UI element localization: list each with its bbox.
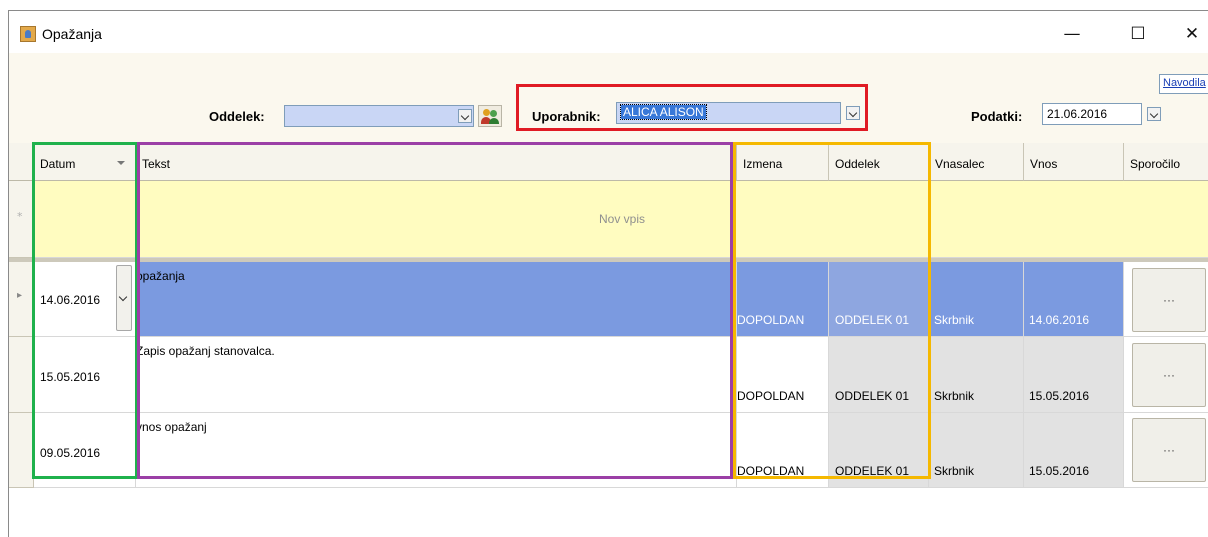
- chevron-down-icon: [117, 291, 131, 305]
- chevron-down-icon[interactable]: [846, 106, 860, 120]
- vnos-value: 14.06.2016: [1029, 313, 1090, 327]
- column-header-vnasalec[interactable]: Vnasalec: [929, 143, 1024, 181]
- message-button[interactable]: ···: [1132, 418, 1206, 482]
- chevron-down-icon[interactable]: [458, 109, 472, 123]
- window-title: Opažanja: [42, 26, 102, 42]
- row-selector[interactable]: [9, 413, 34, 488]
- column-header-label: Datum: [40, 157, 76, 171]
- user-body-icon: [489, 118, 499, 124]
- cell-vnos[interactable]: 15.05.2016: [1024, 337, 1124, 413]
- row-selector[interactable]: [9, 337, 34, 413]
- column-header-label: Tekst: [142, 157, 171, 171]
- cell-oddelek[interactable]: ODDELEK 01: [829, 413, 929, 488]
- select-users-button[interactable]: [478, 105, 502, 127]
- close-button[interactable]: ✕: [1169, 19, 1208, 49]
- cell-datum[interactable]: 14.06.2016: [34, 262, 136, 337]
- sort-arrow-icon: [117, 161, 125, 165]
- column-header-sporocilo[interactable]: Sporočilo: [1124, 143, 1208, 181]
- podatki-date-combo[interactable]: 21.06.2016: [1042, 103, 1161, 125]
- oddelek-combo[interactable]: [284, 105, 474, 127]
- new-row-marker-icon: *: [17, 210, 23, 223]
- cell-tekst[interactable]: Zapis opažanj stanovalca.: [136, 337, 737, 413]
- cell-izmena[interactable]: DOPOLDAN: [737, 262, 829, 337]
- column-header-label: Oddelek: [835, 157, 880, 171]
- datum-value: 14.06.2016: [40, 293, 101, 307]
- cell-tekst[interactable]: vnos opažanj: [136, 413, 737, 488]
- izmena-value: DOPOLDAN: [737, 389, 805, 403]
- column-header-izmena[interactable]: Izmena: [737, 143, 829, 181]
- uporabnik-value-wrap: ALICA ALISON: [620, 104, 707, 120]
- cell-vnasalec[interactable]: Skrbnik: [929, 337, 1024, 413]
- oddelek-value: ODDELEK 01: [835, 313, 910, 327]
- uporabnik-value: ALICA ALISON: [620, 104, 707, 120]
- title-bar: Opažanja — ☐ ✕: [9, 11, 1208, 53]
- app-icon: [20, 26, 36, 42]
- datum-value: 15.05.2016: [40, 370, 101, 384]
- cell-sporocilo: ···: [1124, 262, 1208, 337]
- user-icon: [490, 110, 497, 117]
- new-row-text: Nov vpis: [599, 212, 646, 226]
- vnasalec-value: Skrbnik: [934, 389, 975, 403]
- date-dropdown-button[interactable]: [116, 265, 132, 331]
- navodila-link[interactable]: Navodila: [1159, 74, 1208, 94]
- cell-oddelek[interactable]: ODDELEK 01: [829, 337, 929, 413]
- column-header-label: Sporočilo: [1130, 157, 1181, 171]
- column-header-label: Vnos: [1030, 157, 1058, 171]
- vnasalec-value: Skrbnik: [934, 464, 975, 478]
- oddelek-value: ODDELEK 01: [835, 464, 910, 478]
- cell-datum[interactable]: 09.05.2016: [34, 413, 136, 488]
- cell-vnasalec[interactable]: Skrbnik: [929, 262, 1024, 337]
- row-selector[interactable]: ▸: [9, 262, 34, 337]
- cell-vnos[interactable]: 15.05.2016: [1024, 413, 1124, 488]
- message-button[interactable]: ···: [1132, 268, 1206, 332]
- current-row-arrow-icon: ▸: [17, 290, 23, 301]
- window: Opažanja — ☐ ✕ Navodila Oddelek: Uporabn…: [8, 10, 1208, 537]
- cell-izmena[interactable]: DOPOLDAN: [737, 337, 829, 413]
- uporabnik-label: Uporabnik:: [532, 109, 601, 124]
- tekst-value: opažanja: [136, 269, 185, 283]
- izmena-value: DOPOLDAN: [737, 313, 805, 327]
- cell-tekst[interactable]: opažanja: [136, 262, 737, 337]
- column-header-label: Vnasalec: [935, 157, 985, 171]
- cell-datum[interactable]: 15.05.2016: [34, 337, 136, 413]
- datum-value: 09.05.2016: [40, 446, 101, 460]
- header-corner: [9, 143, 34, 181]
- cell-sporocilo: ···: [1124, 337, 1208, 413]
- column-header-vnos[interactable]: Vnos: [1024, 143, 1124, 181]
- new-row-selector[interactable]: *: [9, 181, 34, 258]
- vnos-value: 15.05.2016: [1029, 389, 1090, 403]
- cell-vnos[interactable]: 14.06.2016: [1024, 262, 1124, 337]
- cell-vnasalec[interactable]: Skrbnik: [929, 413, 1024, 488]
- chevron-down-icon[interactable]: [1147, 107, 1161, 121]
- vnasalec-value: Skrbnik: [934, 313, 975, 327]
- cell-izmena[interactable]: DOPOLDAN: [737, 413, 829, 488]
- new-row[interactable]: Nov vpis: [34, 181, 1208, 258]
- tekst-value: vnos opažanj: [136, 420, 207, 434]
- message-button[interactable]: ···: [1132, 343, 1206, 407]
- cell-oddelek[interactable]: ODDELEK 01: [829, 262, 929, 337]
- column-header-oddelek[interactable]: Oddelek: [829, 143, 929, 181]
- izmena-value: DOPOLDAN: [737, 464, 805, 478]
- column-header-datum[interactable]: Datum: [34, 143, 136, 181]
- column-header-tekst[interactable]: Tekst: [136, 143, 737, 181]
- vnos-value: 15.05.2016: [1029, 464, 1090, 478]
- oddelek-label: Oddelek:: [209, 109, 265, 124]
- oddelek-value: ODDELEK 01: [835, 389, 910, 403]
- user-icon: [483, 109, 490, 116]
- podatki-label: Podatki:: [971, 109, 1023, 124]
- uporabnik-combo[interactable]: ALICA ALISON: [616, 102, 860, 124]
- column-header-label: Izmena: [743, 157, 783, 171]
- cell-sporocilo: ···: [1124, 413, 1208, 488]
- filter-toolbar: Navodila Oddelek: Uporabnik: ALICA ALISO…: [9, 53, 1208, 143]
- podatki-value: 21.06.2016: [1047, 107, 1108, 121]
- tekst-value: Zapis opažanj stanovalca.: [136, 344, 275, 358]
- observations-grid: Datum Tekst Izmena Oddelek Vnasalec Vnos…: [9, 143, 1208, 537]
- maximize-button[interactable]: ☐: [1115, 19, 1161, 49]
- minimize-button[interactable]: —: [1049, 19, 1095, 49]
